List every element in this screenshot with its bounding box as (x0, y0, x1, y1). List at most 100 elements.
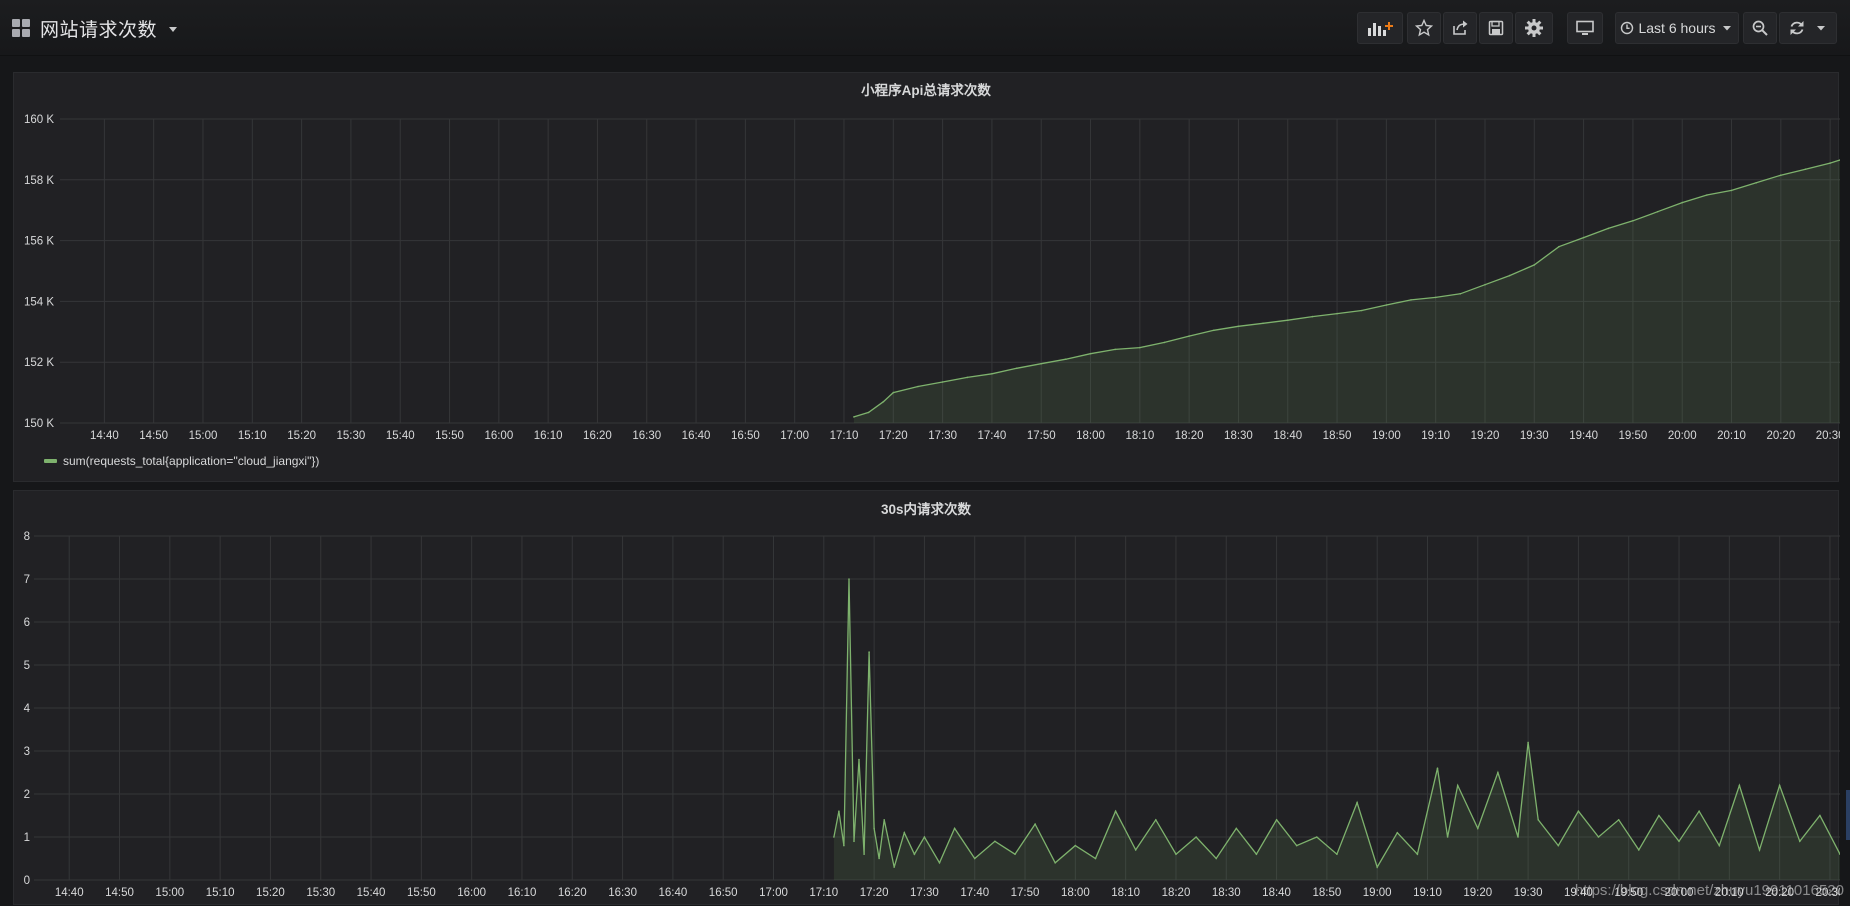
data-point (1336, 313, 1338, 315)
data-point (1262, 323, 1264, 325)
time-range-picker[interactable]: Last 6 hours (1615, 12, 1739, 44)
data-point (954, 828, 956, 830)
data-point (1739, 785, 1741, 787)
x-tick-label: 19:30 (1514, 887, 1543, 899)
x-tick-label: 18:10 (1125, 430, 1154, 442)
y-tick-label: 150 K (24, 418, 54, 430)
y-tick-label: 156 K (24, 236, 54, 248)
data-point (1706, 194, 1708, 196)
data-point (833, 836, 835, 838)
tv-mode-button[interactable] (1567, 12, 1603, 44)
x-tick-label: 17:20 (860, 887, 889, 899)
x-tick-label: 18:20 (1162, 887, 1191, 899)
data-point (1583, 237, 1585, 239)
data-point (1014, 853, 1016, 855)
x-tick-label: 16:00 (457, 887, 486, 899)
x-tick-label: 20:00 (1668, 430, 1697, 442)
data-point (1698, 810, 1700, 812)
y-tick-label: 7 (24, 574, 30, 586)
data-point (1135, 849, 1137, 851)
x-tick-label: 17:30 (910, 887, 939, 899)
data-point (878, 858, 880, 860)
data-point (1016, 368, 1018, 370)
x-tick-label: 16:10 (508, 887, 537, 899)
settings-button[interactable] (1515, 12, 1553, 44)
data-point (1759, 849, 1761, 851)
y-tick-label: 5 (24, 660, 30, 672)
x-tick-label: 17:00 (759, 887, 788, 899)
data-point (1155, 819, 1157, 821)
top-navbar: 网站请求次数 (0, 0, 1850, 56)
data-point (1460, 293, 1462, 295)
refresh-interval-chevron-icon[interactable] (1815, 23, 1827, 33)
x-tick-label: 15:20 (256, 887, 285, 899)
x-tick-label: 18:30 (1212, 887, 1241, 899)
data-point (1497, 772, 1499, 774)
x-tick-label: 17:40 (960, 887, 989, 899)
data-point (863, 853, 865, 855)
data-point (893, 866, 895, 868)
star-button[interactable] (1407, 12, 1441, 44)
data-point (1457, 785, 1459, 787)
x-tick-label: 15:10 (206, 887, 235, 899)
x-tick-label: 18:00 (1076, 430, 1105, 442)
caret-down-icon (169, 27, 177, 32)
y-tick-label: 0 (24, 875, 30, 887)
watermark: https://blog.csdn.net/zhuyu19911016520 (1575, 882, 1844, 899)
y-tick-label: 6 (24, 617, 30, 629)
x-tick-label: 19:20 (1471, 430, 1500, 442)
x-tick-label: 14:40 (55, 887, 84, 899)
y-tick-label: 154 K (24, 296, 54, 308)
data-point (1376, 866, 1378, 868)
save-button[interactable] (1479, 12, 1513, 44)
data-point (1361, 310, 1363, 312)
data-point (1276, 819, 1278, 821)
refresh-button[interactable] (1779, 12, 1837, 44)
data-point (1075, 845, 1077, 847)
data-point (1484, 284, 1486, 286)
data-point (1678, 841, 1680, 843)
data-point (1755, 182, 1757, 184)
x-tick-label: 15:20 (287, 430, 316, 442)
data-point (1799, 841, 1801, 843)
requests-30s-graph[interactable]: 01234567814:4014:5015:0015:1015:2015:301… (14, 491, 1840, 906)
share-button[interactable] (1443, 12, 1477, 44)
x-tick-label: 15:10 (238, 430, 267, 442)
y-tick-label: 152 K (24, 357, 54, 369)
x-tick-label: 19:10 (1421, 430, 1450, 442)
data-point (1437, 767, 1439, 769)
x-tick-label: 19:50 (1619, 430, 1648, 442)
data-point (1534, 264, 1536, 266)
add-panel-button[interactable] (1357, 12, 1403, 44)
star-icon (1415, 19, 1433, 37)
zoom-out-button[interactable] (1743, 12, 1777, 44)
data-point (838, 810, 840, 812)
data-point (1608, 228, 1610, 230)
zoom-out-icon (1751, 19, 1769, 37)
data-point (1215, 858, 1217, 860)
legend-swatch (44, 459, 57, 463)
dashboard-title: 网站请求次数 (40, 15, 157, 42)
data-point (873, 828, 875, 830)
data-point (1236, 828, 1238, 830)
legend-item[interactable]: sum(requests_total{application="cloud_ji… (44, 454, 319, 468)
add-panel-icon (1367, 19, 1393, 37)
x-tick-label: 15:40 (386, 430, 415, 442)
data-point (1578, 810, 1580, 812)
x-tick-label: 18:40 (1262, 887, 1291, 899)
x-tick-label: 18:00 (1061, 887, 1090, 899)
x-tick-label: 16:00 (484, 430, 513, 442)
data-point (1054, 862, 1056, 864)
dashboard-picker[interactable]: 网站请求次数 (12, 14, 177, 42)
data-point (848, 578, 850, 580)
total-requests-graph[interactable]: 150 K152 K154 K156 K158 K160 K14:4014:50… (14, 73, 1840, 453)
scroll-indicator[interactable] (1846, 790, 1850, 840)
x-tick-label: 18:10 (1111, 887, 1140, 899)
x-tick-label: 20:10 (1717, 430, 1746, 442)
x-tick-label: 16:50 (731, 430, 760, 442)
data-point (1095, 858, 1097, 860)
data-point (1537, 819, 1539, 821)
data-point (1410, 299, 1412, 301)
data-point (1819, 815, 1821, 817)
data-point (924, 836, 926, 838)
